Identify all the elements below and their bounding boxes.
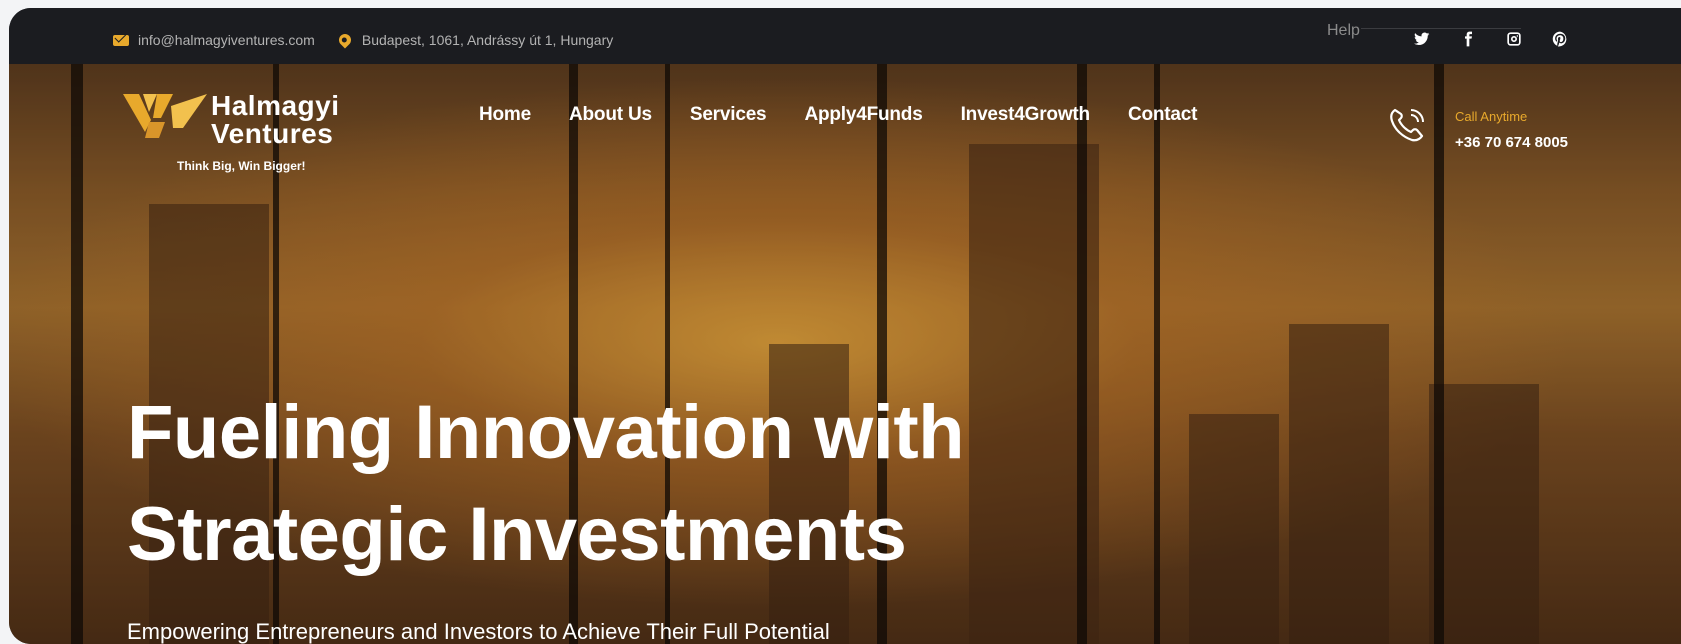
nav-item-home[interactable]: Home: [479, 104, 531, 126]
social-links: [1413, 30, 1569, 48]
window-mullion: [1077, 64, 1087, 644]
phone-icon[interactable]: [1387, 104, 1429, 144]
logo-mark-icon: [123, 94, 207, 138]
hero-section: Halmagyi Ventures Think Big, Win Bigger!…: [9, 64, 1681, 644]
top-bar: info@halmagyiventures.com Budapest, 1061…: [9, 8, 1681, 64]
help-link[interactable]: Help: [1327, 22, 1360, 40]
window-mullion: [1434, 64, 1444, 644]
facebook-icon[interactable]: [1459, 30, 1477, 48]
twitter-icon[interactable]: [1413, 30, 1431, 48]
hero-subheadline: Empowering Entrepreneurs and Investors t…: [127, 619, 830, 644]
hero-headline-line1: Fueling Innovation with: [127, 390, 965, 475]
location-pin-icon: [336, 31, 354, 49]
hero-headline: Fueling Innovation with Strategic Invest…: [127, 382, 965, 586]
brand-tagline: Think Big, Win Bigger!: [177, 159, 306, 173]
window-mullion: [71, 64, 83, 644]
nav-item-invest4growth[interactable]: Invest4Growth: [961, 104, 1091, 126]
browser-frame: info@halmagyiventures.com Budapest, 1061…: [9, 8, 1681, 644]
nav-item-contact[interactable]: Contact: [1128, 104, 1198, 126]
mail-icon: [113, 34, 129, 46]
brand-name-line2: Ventures: [211, 118, 334, 149]
contact-info: info@halmagyiventures.com Budapest, 1061…: [113, 31, 614, 49]
pinterest-icon[interactable]: [1551, 30, 1569, 48]
call-label: Call Anytime: [1455, 109, 1528, 124]
instagram-icon[interactable]: [1505, 30, 1523, 48]
address-text: Budapest, 1061, Andrássy út 1, Hungary: [361, 32, 614, 48]
nav-item-services[interactable]: Services: [690, 104, 767, 126]
phone-number[interactable]: +36 70 674 8005: [1455, 134, 1568, 151]
hero-headline-line2: Strategic Investments: [127, 492, 907, 577]
email-link[interactable]: info@halmagyiventures.com: [138, 32, 315, 48]
window-mullion: [1154, 64, 1160, 644]
nav-item-about-us[interactable]: About Us: [569, 104, 652, 126]
divider: [1361, 28, 1521, 29]
nav-item-apply4funds[interactable]: Apply4Funds: [804, 104, 922, 126]
brand-logo[interactable]: Halmagyi Ventures Think Big, Win Bigger!: [121, 86, 381, 176]
main-nav: Home About Us Services Apply4Funds Inves…: [479, 104, 1235, 126]
